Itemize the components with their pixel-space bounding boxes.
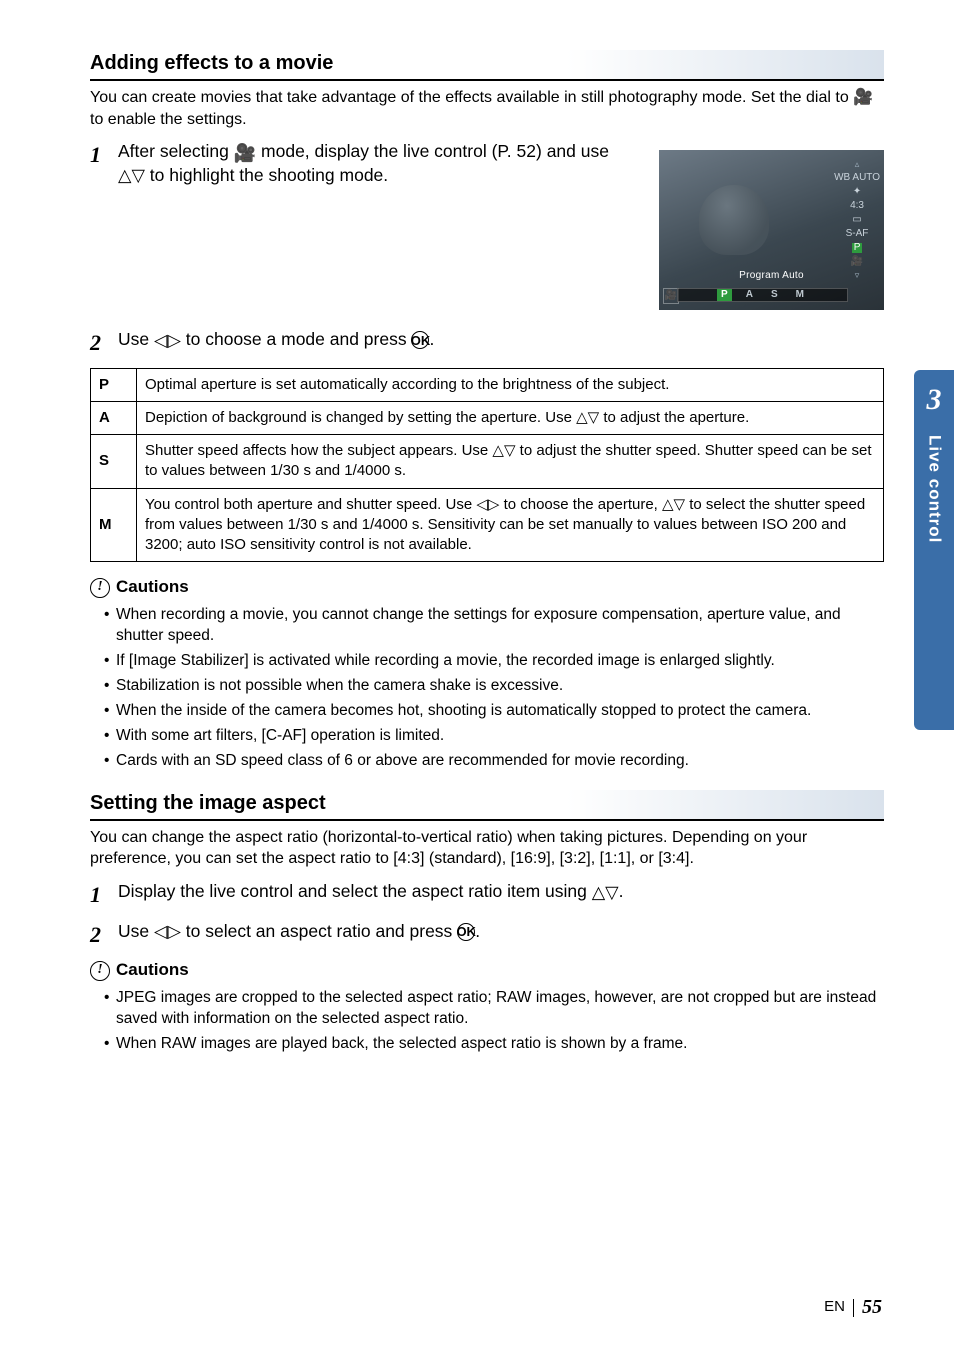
ok-button-icon: OK [411, 331, 429, 349]
page-footer: EN 55 [824, 1294, 882, 1321]
mode-desc: Depiction of background is changed by se… [137, 401, 884, 434]
mode-bar-item-m: M [792, 288, 808, 302]
ok-button-icon: OK [457, 923, 475, 941]
up-down-icon: △▽ [592, 881, 619, 905]
text-fragment: . [429, 329, 434, 349]
mode-bar: P A S M [677, 288, 848, 302]
scroll-down-icon: ▿ [855, 271, 860, 280]
up-down-icon: △▽ [118, 164, 145, 188]
cautions-heading: ! Cautions [90, 959, 884, 982]
table-row: ADepiction of background is changed by s… [91, 401, 884, 434]
step-text: Display the live control and select the … [118, 880, 884, 904]
movie-icon: 🎥 [234, 144, 256, 162]
mode-key: P [91, 368, 137, 401]
mode-bar-item-s: S [767, 288, 782, 302]
text-fragment: Display the live control and select the … [118, 881, 592, 901]
cautions-heading: ! Cautions [90, 576, 884, 599]
mode-bar-item-a: A [742, 288, 757, 302]
mode-key: M [91, 488, 137, 562]
footer-page-number: 55 [862, 1294, 882, 1321]
list-item: Stabilization is not possible when the c… [104, 676, 884, 697]
footer-lang: EN [824, 1297, 845, 1317]
left-right-icon: ◁▷ [154, 920, 181, 944]
section-intro: You can create movies that take advantag… [90, 87, 884, 130]
modes-table: POptimal aperture is set automatically a… [90, 368, 884, 563]
text-fragment: to choose a mode and press [181, 329, 412, 349]
text-fragment: Use [118, 329, 154, 349]
right-icon-column: ▵ WB AUTO ✦ 4:3 ▭ S-AF P 🎥 ▿ [834, 160, 880, 280]
right-icon: S-AF [846, 229, 869, 239]
chapter-side-tab: 3 Live control [914, 370, 954, 730]
right-icon: 4:3 [850, 201, 864, 211]
cautions-label: Cautions [116, 576, 189, 599]
list-item: When RAW images are played back, the sel… [104, 1034, 884, 1055]
cautions-list-1: When recording a movie, you cannot chang… [90, 605, 884, 771]
text-fragment: . [475, 921, 480, 941]
list-item: With some art filters, [C-AF] operation … [104, 726, 884, 747]
live-view-thumbnail: Program Auto 🎥 P A S M ▵ WB AUTO ✦ 4:3 ▭… [659, 150, 884, 310]
step-number: 1 [90, 140, 118, 170]
step-1: 1 After selecting 🎥 mode, display the li… [90, 140, 630, 188]
mode-desc: You control both aperture and shutter sp… [137, 488, 884, 562]
text-fragment: to highlight the shooting mode. [145, 165, 388, 185]
scroll-up-icon: ▵ [855, 160, 860, 169]
live-view-screen: Program Auto 🎥 P A S M ▵ WB AUTO ✦ 4:3 ▭… [659, 150, 884, 310]
mode-key: S [91, 435, 137, 489]
list-item: When the inside of the camera becomes ho… [104, 701, 884, 722]
right-icon: ▭ [852, 215, 861, 225]
step-2: 2 Use ◁▷ to choose a mode and press OK. [90, 328, 884, 358]
right-icon: WB AUTO [834, 173, 880, 183]
list-item: JPEG images are cropped to the selected … [104, 988, 884, 1030]
table-row: POptimal aperture is set automatically a… [91, 368, 884, 401]
left-right-icon: ◁▷ [154, 329, 181, 353]
step-number: 1 [90, 880, 118, 910]
text-fragment: . [619, 881, 624, 901]
table-row: MYou control both aperture and shutter s… [91, 488, 884, 562]
text-fragment: mode, display the live control (P. 52) a… [256, 141, 609, 161]
step-number: 2 [90, 920, 118, 950]
list-item: When recording a movie, you cannot chang… [104, 605, 884, 647]
chapter-label: Live control [923, 435, 946, 543]
cautions-label: Cautions [116, 959, 189, 982]
mode-desc: Optimal aperture is set automatically ac… [137, 368, 884, 401]
text-fragment: Use [118, 921, 154, 941]
step-text: After selecting 🎥 mode, display the live… [118, 140, 630, 188]
chapter-number: 3 [927, 380, 942, 421]
list-item: If [Image Stabilizer] is activated while… [104, 651, 884, 672]
step-2: 2 Use ◁▷ to select an aspect ratio and p… [90, 920, 884, 950]
section-title: Adding effects to a movie [90, 50, 884, 81]
text-fragment: to select an aspect ratio and press [181, 921, 457, 941]
mode-desc: Shutter speed affects how the subject ap… [137, 435, 884, 489]
section-intro: You can change the aspect ratio (horizon… [90, 827, 884, 870]
footer-divider [853, 1299, 854, 1317]
table-row: SShutter speed affects how the subject a… [91, 435, 884, 489]
step-text: Use ◁▷ to select an aspect ratio and pre… [118, 920, 884, 944]
caution-icon: ! [90, 578, 110, 598]
mode-label: Program Auto [739, 269, 804, 283]
section-title: Setting the image aspect [90, 790, 884, 821]
step-1: 1 Display the live control and select th… [90, 880, 884, 910]
mode-bar-item-p: P [717, 289, 732, 301]
list-item: Cards with an SD speed class of 6 or abo… [104, 751, 884, 772]
cautions-list-2: JPEG images are cropped to the selected … [90, 988, 884, 1055]
thumbnail-subject [699, 185, 769, 255]
text-fragment: After selecting [118, 141, 234, 161]
section-image-aspect: Setting the image aspect You can change … [90, 790, 884, 1055]
right-icon-selected: P [852, 243, 863, 253]
caution-icon: ! [90, 961, 110, 981]
step-text: Use ◁▷ to choose a mode and press OK. [118, 328, 884, 352]
step-number: 2 [90, 328, 118, 358]
right-icon: 🎥 [851, 257, 863, 267]
right-icon: ✦ [853, 187, 861, 197]
mode-key: A [91, 401, 137, 434]
